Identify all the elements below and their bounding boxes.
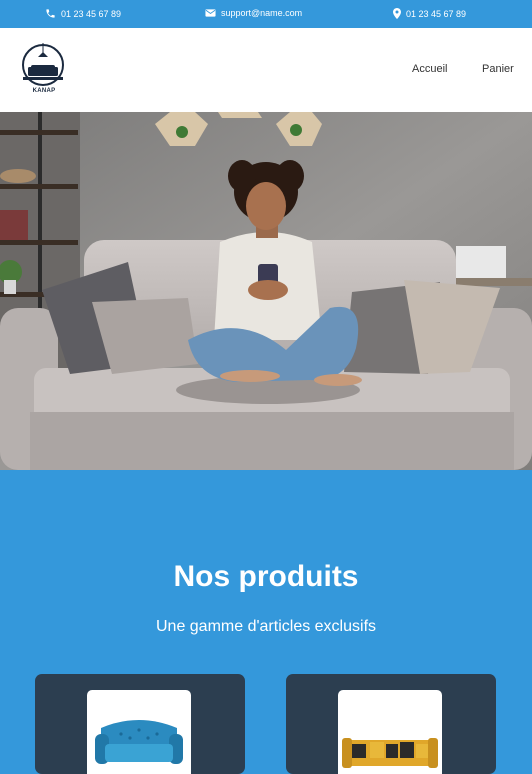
location-pin-icon	[393, 8, 401, 19]
product-card[interactable]	[286, 674, 496, 774]
phone-icon	[46, 9, 55, 18]
email-address: support@name.com	[221, 8, 303, 18]
contact-bar: 01 23 45 67 89 support@name.com 01 23 45…	[0, 0, 532, 28]
products-title: Nos produits	[173, 560, 359, 593]
hero-illustration	[0, 112, 532, 470]
contact-email[interactable]: support@name.com	[205, 8, 302, 18]
product-image	[338, 690, 442, 774]
phone-number: 01 23 45 67 89	[61, 8, 122, 19]
phone-number: 01 23 45 67 89	[406, 8, 467, 19]
site-header: KANAP Accueil Panier	[0, 28, 532, 112]
product-card[interactable]	[35, 674, 245, 774]
sofa-logo-icon	[22, 43, 64, 86]
nav-link-accueil[interactable]: Accueil	[412, 63, 447, 75]
kanap-logo[interactable]: KANAP	[21, 43, 67, 98]
nav-link-panier[interactable]: Panier	[482, 63, 514, 75]
envelope-icon	[205, 9, 216, 17]
hero-banner-image	[0, 112, 532, 470]
blue-sofa-image	[95, 720, 183, 764]
contact-phone-left[interactable]: 01 23 45 67 89	[45, 8, 121, 19]
yellow-sofa-image	[342, 738, 438, 768]
products-subtitle: Une gamme d'articles exclusifs	[155, 618, 377, 635]
product-image	[87, 690, 191, 774]
products-section: Nos produits Une gamme d'articles exclus…	[0, 470, 532, 774]
logo-text: KANAP	[32, 88, 56, 94]
contact-phone-right[interactable]: 01 23 45 67 89	[393, 8, 466, 19]
